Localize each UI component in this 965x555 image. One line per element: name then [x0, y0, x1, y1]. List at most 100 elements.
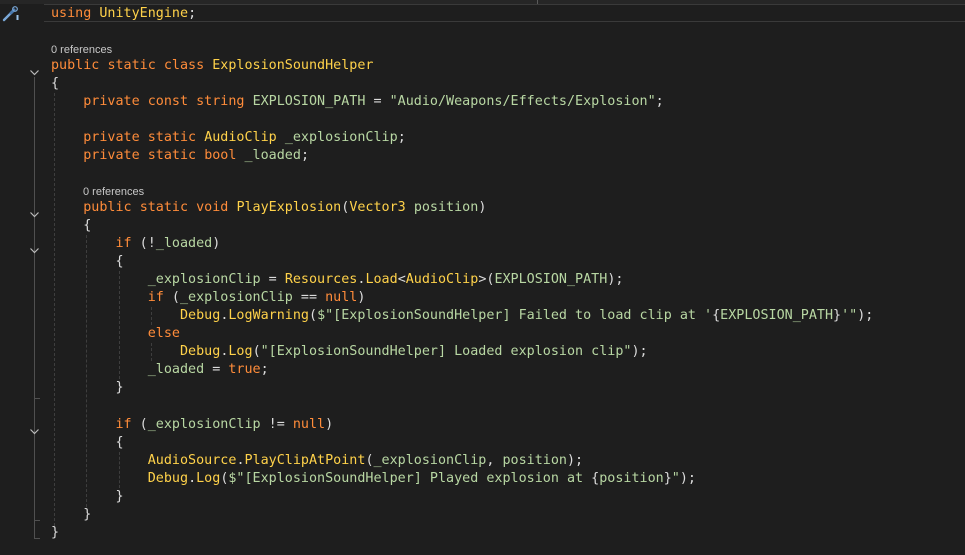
- punctuation-token: ;: [655, 94, 664, 109]
- method-token: PlayExplosion: [236, 200, 342, 215]
- code-line[interactable]: }: [51, 379, 124, 397]
- string-token: ": [671, 471, 680, 486]
- collapse-if-block-chevron-icon[interactable]: [30, 241, 39, 254]
- code-line[interactable]: AudioSource.PlayClipAtPoint(_explosionCl…: [51, 452, 583, 470]
- identifier-token: EXPLOSION_PATH: [720, 308, 834, 323]
- code-line[interactable]: }: [51, 488, 124, 506]
- punctuation-token: {: [51, 218, 92, 233]
- punctuation-token: [51, 417, 116, 432]
- punctuation-token: [196, 148, 204, 163]
- punctuation-token: [188, 200, 196, 215]
- code-line[interactable]: if (_explosionClip != null): [51, 416, 334, 434]
- code-line[interactable]: if (!_loaded): [51, 235, 221, 253]
- punctuation-token: [51, 471, 148, 486]
- codelens-references[interactable]: 0 references: [51, 43, 112, 57]
- code-line[interactable]: using UnityEngine;: [51, 5, 196, 23]
- punctuation-token: [51, 148, 83, 163]
- collapse-if-block-chevron-icon[interactable]: [30, 422, 39, 435]
- type-token: Debug: [180, 344, 221, 359]
- keyword-token: static: [147, 148, 197, 163]
- collapse-method-chevron-icon[interactable]: [30, 205, 39, 218]
- type-token: ExplosionSoundHelper: [212, 58, 374, 73]
- keyword-token: if: [147, 290, 164, 305]
- code-line[interactable]: private static bool _loaded;: [51, 147, 309, 165]
- code-line[interactable]: _loaded = true;: [51, 361, 269, 379]
- identifier-token: _explosionClip: [147, 272, 261, 287]
- collapse-class-chevron-icon[interactable]: [30, 63, 39, 76]
- punctuation-token: [245, 94, 253, 109]
- codelens-references[interactable]: 0 references: [83, 185, 144, 199]
- identifier-token: position: [599, 471, 664, 486]
- punctuation-token: }: [51, 380, 124, 395]
- identifier-token: _explosionClip: [147, 417, 261, 432]
- code-line[interactable]: Debug.LogWarning($"[ExplosionSoundHelper…: [51, 307, 873, 325]
- code-line[interactable]: {: [51, 434, 123, 452]
- code-line[interactable]: Debug.Log($"[ExplosionSoundHelper] Playe…: [51, 470, 696, 488]
- code-line[interactable]: {: [51, 253, 124, 271]
- code-line[interactable]: public static class ExplosionSoundHelper: [51, 57, 374, 75]
- code-line[interactable]: public static void PlayExplosion(Vector3…: [51, 199, 486, 217]
- keyword-token: if: [115, 417, 132, 432]
- keyword-token: public: [51, 58, 100, 73]
- punctuation-token: >(: [478, 272, 495, 287]
- punctuation-token: [406, 200, 414, 215]
- punctuation-token: }: [51, 507, 92, 522]
- keyword-token: null: [325, 290, 358, 305]
- punctuation-token: {: [712, 308, 721, 323]
- punctuation-token: ;: [397, 130, 406, 145]
- keyword-token: else: [147, 326, 180, 341]
- punctuation-token: {: [51, 76, 60, 91]
- punctuation-token: ;: [188, 6, 197, 21]
- identifier-token: _explosionClip: [373, 453, 487, 468]
- keyword-token: private: [83, 148, 140, 163]
- punctuation-token: =: [365, 94, 390, 109]
- keyword-token: using: [51, 6, 92, 21]
- code-line[interactable]: Debug.Log("[ExplosionSoundHelper] Loaded…: [51, 343, 648, 361]
- keyword-token: private: [83, 94, 140, 109]
- string-token: "Audio/Weapons/Effects/Explosion": [389, 94, 656, 109]
- code-line[interactable]: private const string EXPLOSION_PATH = "A…: [51, 93, 664, 111]
- identifier-token: _loaded: [244, 148, 301, 163]
- punctuation-token: ,: [486, 453, 503, 468]
- punctuation-token: );: [631, 344, 648, 359]
- punctuation-token: [132, 200, 140, 215]
- punctuation-token: .: [188, 471, 197, 486]
- type-token: Debug: [180, 308, 221, 323]
- method-token: Log: [196, 471, 221, 486]
- code-line[interactable]: }: [51, 524, 59, 542]
- punctuation-token: ): [325, 417, 334, 432]
- code-line[interactable]: if (_explosionClip == null): [51, 289, 366, 307]
- punctuation-token: [51, 344, 180, 359]
- punctuation-token: [156, 58, 164, 73]
- identifier-token: position: [413, 200, 479, 215]
- code-line[interactable]: _explosionClip = Resources.Load<AudioCli…: [51, 271, 624, 289]
- punctuation-token: );: [607, 272, 624, 287]
- punctuation-token: [51, 130, 83, 145]
- keyword-token: null: [292, 417, 326, 432]
- code-line[interactable]: else: [51, 325, 180, 343]
- punctuation-token: =: [204, 362, 229, 377]
- punctuation-token: ): [357, 290, 366, 305]
- code-line[interactable]: }: [51, 506, 91, 524]
- keyword-token: static: [147, 130, 197, 145]
- quick-actions-icon[interactable]: [1, 5, 19, 23]
- identifier-token: _loaded: [147, 362, 205, 377]
- punctuation-token: [51, 94, 83, 109]
- code-line[interactable]: {: [51, 75, 59, 93]
- method-token: LogWarning: [228, 308, 309, 323]
- punctuation-token: }: [663, 471, 672, 486]
- punctuation-token: }: [51, 489, 124, 504]
- code-line[interactable]: {: [51, 217, 91, 235]
- punctuation-token: {: [51, 254, 124, 269]
- outlining-guide-end: [34, 520, 40, 521]
- punctuation-token: [51, 272, 148, 287]
- code-editor[interactable]: 0 references 0 references using UnityEng…: [0, 0, 965, 555]
- punctuation-token: ==: [292, 290, 326, 305]
- keyword-token: bool: [204, 148, 237, 163]
- code-line[interactable]: private static AudioClip _explosionClip;: [51, 129, 406, 147]
- string-token: $"[ExplosionSoundHelper] Failed to load …: [317, 308, 713, 323]
- type-token: Vector3: [349, 200, 406, 215]
- punctuation-token: ): [478, 200, 487, 215]
- punctuation-token: [277, 130, 285, 145]
- method-token: Log: [228, 344, 253, 359]
